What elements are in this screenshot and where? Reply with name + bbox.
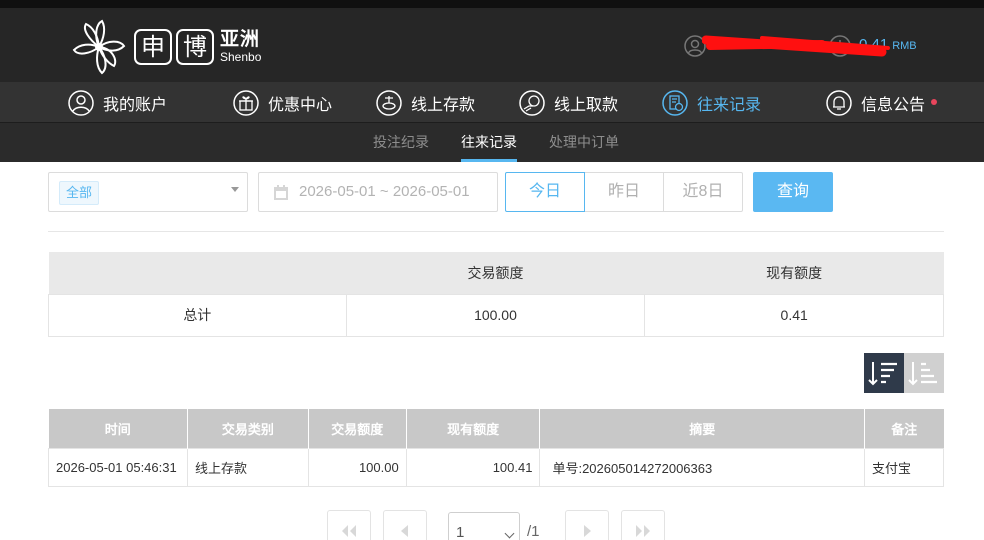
- nav-label: 我的账户: [103, 96, 168, 114]
- cell-balance: 100.41: [405, 447, 541, 487]
- nav-label: 信息公告: [861, 96, 926, 114]
- summary-row: 总计 100.00 0.41: [48, 293, 944, 337]
- tab-transaction-records[interactable]: 往来记录: [461, 123, 517, 162]
- tab-bet-records[interactable]: 投注纪录: [373, 123, 429, 162]
- records-icon: [662, 89, 688, 116]
- main-nav: 我的账户 优惠中心 线上存款 线上取款 往来记录 信息公告: [0, 82, 984, 123]
- quick-range-group: 今日 昨日 近8日: [505, 172, 743, 212]
- nav-announcements[interactable]: 信息公告: [826, 82, 938, 123]
- logo-cn: 亚洲: [220, 29, 261, 50]
- summary-header: [48, 252, 347, 294]
- nav-label-wrap: 信息公告: [861, 91, 938, 115]
- nav-online-deposit[interactable]: 线上存款: [376, 82, 475, 123]
- logo-char-2: 博: [176, 29, 214, 65]
- summary-table: 交易额度 现有额度 总计 100.00 0.41: [48, 252, 944, 337]
- column-header[interactable]: 现有额度: [406, 409, 541, 448]
- page-select[interactable]: 1: [448, 512, 520, 540]
- gift-icon: [233, 89, 259, 116]
- balance-currency: RMB: [892, 40, 917, 52]
- page-total: /1: [527, 523, 540, 540]
- cell-summary: 单号:202605014272006363: [539, 447, 866, 487]
- notification-dot: [931, 98, 938, 105]
- logo-text: 亚洲 Shenbo: [220, 29, 262, 65]
- site-header: 申 博 亚洲 Shenbo 0.41 RMB: [0, 8, 984, 82]
- range-today-button[interactable]: 今日: [505, 172, 585, 212]
- sort-desc-button[interactable]: [864, 353, 904, 393]
- logo-en: Shenbo: [220, 50, 262, 64]
- nav-label: 线上取款: [554, 96, 619, 114]
- calendar-icon: [274, 185, 288, 200]
- logo[interactable]: 申 博 亚洲 Shenbo: [68, 18, 261, 76]
- summary-cell: 总计: [48, 293, 347, 337]
- date-range-input[interactable]: 2026-05-01 ~ 2026-05-01: [258, 172, 498, 212]
- next-page-button[interactable]: [565, 510, 609, 540]
- flower-logo-icon: [72, 19, 126, 75]
- summary-cell: 100.00: [345, 293, 646, 337]
- redaction-mark: [702, 35, 890, 57]
- column-header[interactable]: 交易额度: [308, 409, 407, 448]
- prev-page-button[interactable]: [383, 510, 427, 540]
- range-yesterday-button[interactable]: 昨日: [584, 172, 664, 212]
- withdraw-icon: [519, 89, 545, 116]
- nav-online-withdraw[interactable]: 线上取款: [519, 82, 618, 123]
- next-page-icon: [584, 525, 591, 537]
- summary-header: 交易额度: [346, 252, 645, 294]
- table-row: 2026-05-01 05:46:31 线上存款 100.00 100.41 单…: [48, 447, 944, 487]
- bell-icon: [826, 89, 852, 116]
- nav-label: 线上存款: [411, 96, 476, 114]
- date-range-value: 2026-05-01 ~ 2026-05-01: [299, 183, 470, 200]
- deposit-icon: [376, 89, 402, 116]
- pagination: 1 /1: [0, 510, 984, 540]
- cell-amount: 100.00: [307, 447, 407, 487]
- last-page-icon: [636, 525, 650, 537]
- cell-type: 线上存款: [186, 447, 309, 487]
- tab-pending-orders[interactable]: 处理中订单: [549, 123, 619, 162]
- records-header-row: 时间 交易类别 交易额度 现有额度 摘要 备注: [48, 409, 944, 448]
- prev-page-icon: [401, 525, 408, 537]
- last-page-button[interactable]: [621, 510, 665, 540]
- cell-note: 支付宝: [864, 447, 944, 487]
- column-header[interactable]: 交易类别: [187, 409, 309, 448]
- type-chip[interactable]: 全部: [59, 181, 100, 205]
- chevron-down-icon: [504, 528, 515, 539]
- top-strip: [0, 0, 984, 8]
- nav-my-account[interactable]: 我的账户: [68, 82, 167, 123]
- user-icon: [68, 89, 94, 116]
- summary-cell: 0.41: [644, 293, 944, 337]
- sub-nav: 投注纪录 往来记录 处理中订单: [0, 123, 984, 162]
- sort-asc-button[interactable]: [904, 353, 944, 393]
- column-header[interactable]: 备注: [864, 409, 944, 448]
- column-header[interactable]: 摘要: [539, 409, 866, 448]
- sort-ascending-icon: [908, 362, 937, 386]
- sort-descending-icon: [868, 362, 897, 386]
- nav-label: 优惠中心: [268, 96, 333, 114]
- summary-header-row: 交易额度 现有额度: [48, 252, 944, 294]
- divider: [48, 231, 944, 232]
- range-8days-button[interactable]: 近8日: [663, 172, 743, 212]
- type-select[interactable]: 全部: [48, 172, 248, 212]
- caret-down-icon: [231, 187, 239, 192]
- records-table: 时间 交易类别 交易额度 现有额度 摘要 备注 2026-05-01 05:46…: [48, 409, 944, 487]
- query-button[interactable]: 查询: [753, 172, 833, 212]
- cell-time: 2026-05-01 05:46:31: [48, 447, 188, 487]
- nav-promotions[interactable]: 优惠中心: [233, 82, 332, 123]
- nav-label: 往来记录: [697, 96, 762, 114]
- nav-transaction-records[interactable]: 往来记录: [662, 82, 761, 123]
- first-page-icon: [342, 525, 356, 537]
- summary-header: 现有额度: [644, 252, 944, 294]
- user-area: 0.41 RMB: [684, 34, 917, 58]
- first-page-button[interactable]: [327, 510, 371, 540]
- page-select-value: 1: [456, 524, 465, 540]
- column-header[interactable]: 时间: [48, 409, 188, 448]
- logo-char-1: 申: [134, 29, 172, 65]
